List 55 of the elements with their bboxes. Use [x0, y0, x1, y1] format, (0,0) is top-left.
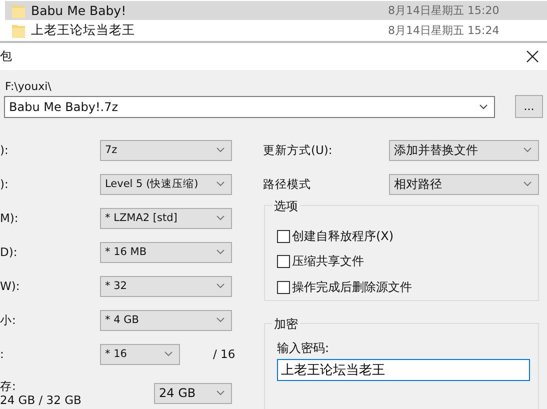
option-label: 更新方式(U):: [263, 142, 334, 158]
path-mode-dropdown[interactable]: 相对路径: [389, 174, 539, 194]
option-label: ):: [0, 177, 10, 191]
file-row[interactable]: 上老王论坛当老王 8月14日星期五 15:24: [5, 21, 547, 40]
option-label: :: [0, 347, 5, 361]
password-label: 输入密码:: [277, 340, 330, 357]
caret-icon: [479, 104, 488, 110]
option-dropdown[interactable]: * 32: [100, 276, 232, 296]
caret-icon: [216, 181, 225, 187]
option-label: 小:: [0, 312, 17, 328]
option-label: 存:: [0, 379, 17, 393]
file-name: Babu Me Baby!: [31, 3, 128, 18]
window-title: 包: [0, 48, 12, 65]
checkbox[interactable]: [277, 280, 290, 294]
option-label: D):: [0, 245, 18, 259]
close-icon[interactable]: [526, 50, 539, 63]
memory-usage: 24 GB / 32 GB: [0, 393, 82, 407]
group-title: 选项: [272, 198, 300, 215]
checkbox[interactable]: [277, 230, 290, 244]
folder-path: F:\youxi\: [5, 80, 52, 93]
file-date: 8月14日星期五 15:24: [388, 23, 500, 38]
option-dropdown[interactable]: * LZMA2 [std]: [100, 208, 232, 228]
file-date: 8月14日星期五 15:20: [388, 3, 500, 18]
option-dropdown[interactable]: * 16 MB: [100, 242, 232, 262]
checkbox[interactable]: [277, 255, 290, 268]
update-mode-dropdown[interactable]: 添加并替换文件: [389, 140, 539, 160]
option-label: M):: [0, 211, 20, 225]
caret-icon: [216, 249, 225, 255]
option-label: W):: [0, 279, 21, 293]
thread-count: / 16: [213, 347, 236, 361]
memory-dropdown[interactable]: 24 GB: [154, 382, 232, 404]
archive-name-field[interactable]: Babu Me Baby!.7z: [4, 96, 495, 118]
folder-icon: [12, 23, 25, 38]
caret-icon: [523, 147, 532, 153]
file-name: 上老王论坛当老王: [31, 22, 136, 39]
option-dropdown[interactable]: Level 5 (快速压缩): [100, 174, 232, 194]
option-label: 路径模式: [263, 176, 312, 192]
checkbox-label[interactable]: 操作完成后删除源文件: [292, 278, 412, 296]
caret-icon: [216, 390, 225, 396]
threads-dropdown[interactable]: * 16: [100, 344, 180, 364]
caret-icon: [216, 147, 225, 153]
caret-icon: [164, 351, 173, 357]
folder-icon: [12, 3, 25, 18]
browse-button[interactable]: ...: [515, 95, 543, 118]
checkbox-label[interactable]: 压缩共享文件: [292, 253, 364, 270]
caret-icon: [216, 317, 225, 323]
caret-icon: [216, 283, 225, 289]
file-row[interactable]: Babu Me Baby! 8月14日星期五 15:20: [5, 1, 547, 20]
option-label: ):: [0, 143, 10, 157]
caret-icon: [523, 181, 532, 187]
checkbox-label[interactable]: 创建自释放程序(X): [292, 228, 394, 246]
password-field[interactable]: 上老王论坛当老王: [277, 359, 530, 381]
option-dropdown[interactable]: 7z: [100, 140, 232, 160]
option-dropdown[interactable]: * 4 GB: [100, 310, 232, 330]
caret-icon: [216, 215, 225, 221]
